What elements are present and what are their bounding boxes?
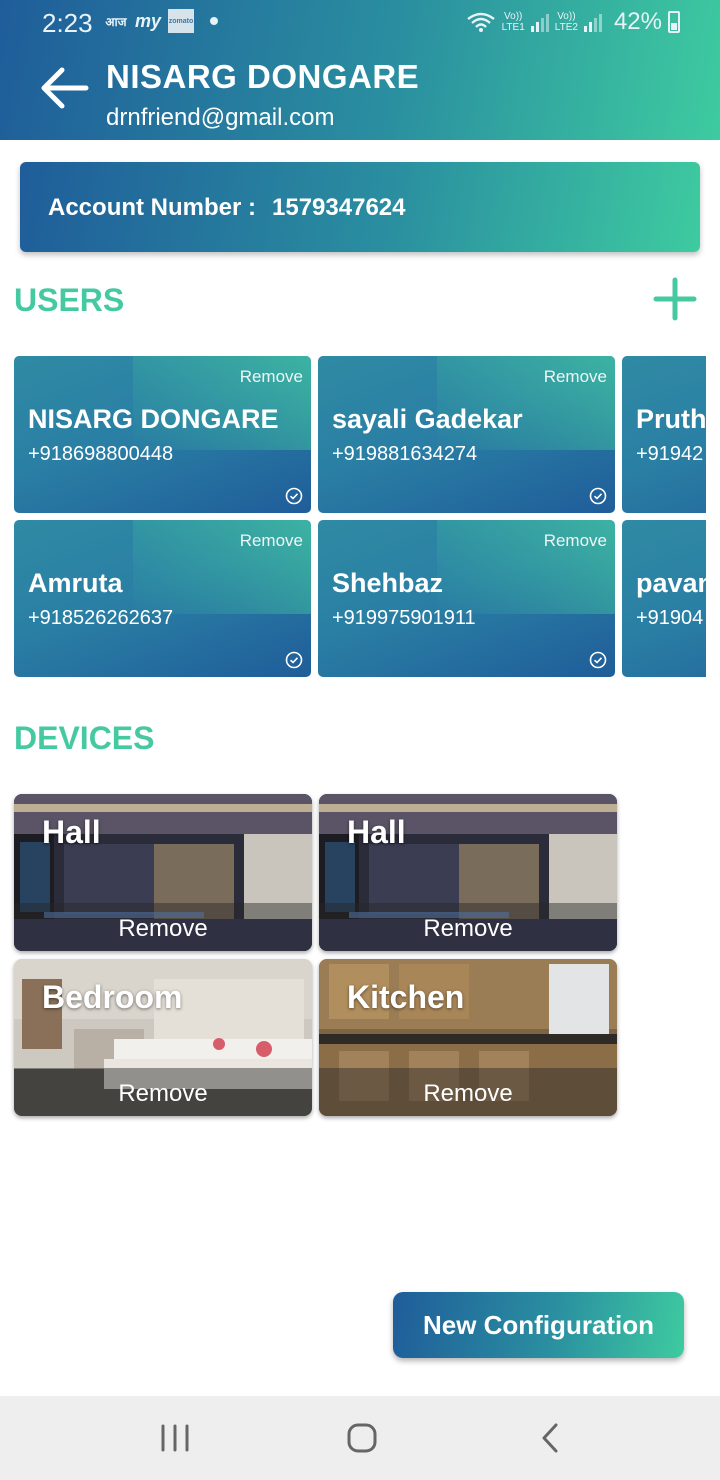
sim1-signal-icon [530,12,549,32]
device-name: Hall [347,814,406,850]
home-icon[interactable] [341,1422,381,1454]
users-grid[interactable]: Remove NISARG DONGARE +918698800448 Remo… [14,356,706,678]
remove-user-button[interactable]: Remove [240,531,303,551]
wifi-icon [466,12,495,32]
user-card[interactable]: Pruthv +91942 [622,356,706,513]
battery-icon [668,11,680,33]
verified-check-icon [285,651,303,669]
app-header: 2:23 आज my zomato Vo)) LTE1 Vo)) LTE2 42% … [0,0,720,140]
user-phone: +91942 [636,443,704,465]
user-name: pavan [636,568,706,598]
notification-icons: आज my zomato [104,9,218,33]
device-name: Hall [42,814,101,850]
account-email: drnfriend@gmail.com [106,104,335,131]
user-card[interactable]: Remove Amruta +918526262637 [14,520,311,677]
aajtak-icon: आज [105,14,127,29]
account-number-value: 1579347624 [272,194,406,221]
status-right-icons: Vo)) LTE1 Vo)) LTE2 42% [466,8,680,36]
remove-device-button[interactable]: Remove [14,915,312,943]
user-name: NISARG DONGARE [28,404,279,434]
sim1-label: Vo)) LTE1 [501,11,525,33]
user-phone: +918698800448 [28,443,174,465]
add-user-plus-icon[interactable] [652,276,698,322]
sim2-signal-icon [583,12,602,32]
device-card[interactable]: Hall Remove [14,794,312,951]
verified-check-icon [285,487,303,505]
sim2-label: Vo)) LTE2 [554,11,578,33]
remove-device-button[interactable]: Remove [319,1080,617,1108]
user-phone: +919975901911 [332,607,476,629]
remove-device-button[interactable]: Remove [14,1080,312,1108]
remove-device-button[interactable]: Remove [319,915,617,943]
account-card: Account Number : 1579347624 [20,162,700,252]
user-name: sayali Gadekar [332,404,523,434]
device-card[interactable]: Hall Remove [319,794,617,951]
verified-check-icon [589,651,607,669]
myntra-icon: my [135,10,162,31]
device-name: Kitchen [347,979,465,1015]
user-card[interactable]: Remove Shehbaz +919975901911 [318,520,615,677]
user-name: Shehbaz [332,568,444,598]
device-card[interactable]: Bedroom Remove [14,959,312,1116]
user-name: Amruta [28,568,123,598]
account-number-label: Account Number : [48,194,257,221]
system-nav-bar [0,1396,720,1480]
users-section-title: USERS [14,282,125,318]
devices-section-title: DEVICES [14,720,155,756]
user-card[interactable]: Remove NISARG DONGARE +918698800448 [14,356,311,513]
device-name: Bedroom [42,979,183,1015]
user-phone: +91904 [636,607,704,629]
user-phone: +919881634274 [332,443,478,465]
account-number-row: Account Number : 1579347624 [48,194,406,222]
verified-check-icon [589,487,607,505]
battery-percent: 42% [613,8,662,35]
user-card[interactable]: Remove sayali Gadekar +919881634274 [318,356,615,513]
status-time: 2:23 [42,8,93,38]
recent-apps-icon[interactable] [155,1422,195,1454]
back-arrow-icon[interactable] [36,60,92,116]
remove-user-button[interactable]: Remove [240,367,303,387]
zomato-icon: zomato [168,9,194,33]
more-notifications-dot [210,17,218,25]
status-bar: 2:23 आज my zomato Vo)) LTE1 Vo)) LTE2 42% [0,0,720,44]
user-name: Pruthv [636,404,706,434]
remove-user-button[interactable]: Remove [544,531,607,551]
back-nav-icon[interactable] [530,1422,570,1454]
user-phone: +918526262637 [28,607,174,629]
new-configuration-button[interactable]: New Configuration [393,1292,684,1358]
device-card[interactable]: Kitchen Remove [319,959,617,1116]
user-card[interactable]: pavan +91904 [622,520,706,677]
page-title: NISARG DONGARE [106,58,420,95]
remove-user-button[interactable]: Remove [544,367,607,387]
